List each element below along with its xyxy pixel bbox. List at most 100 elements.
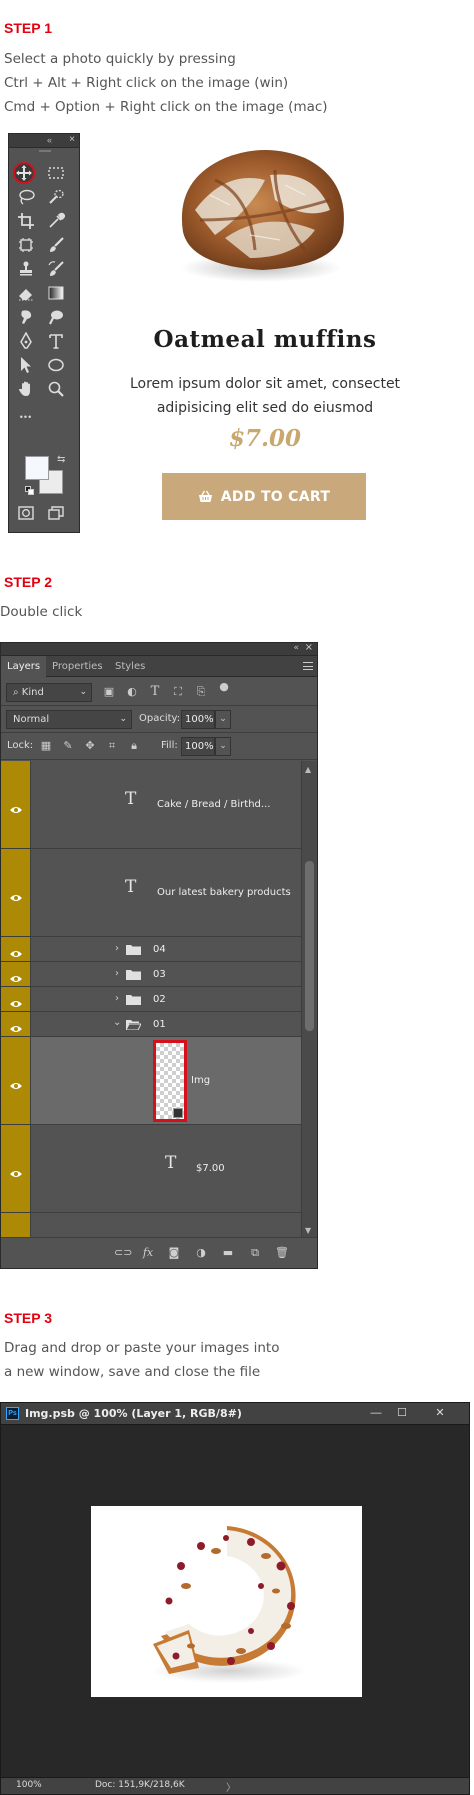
visibility-toggle[interactable] — [1, 1125, 31, 1212]
close-icon[interactable]: × — [305, 642, 313, 653]
panel-menu-icon[interactable] — [303, 662, 313, 670]
bread-image — [155, 140, 365, 290]
layers-scrollbar[interactable]: ▲ ▼ — [301, 761, 317, 1237]
visibility-toggle[interactable] — [1, 1037, 31, 1124]
foreground-color-swatch[interactable] — [25, 456, 49, 480]
pixel-filter-icon[interactable]: ▣ — [102, 685, 116, 699]
tab-styles[interactable]: Styles — [109, 656, 151, 677]
path-selection-tool-icon[interactable] — [15, 354, 37, 376]
chevron-down-icon[interactable]: ⌄ — [113, 1017, 121, 1028]
eraser-tool-icon[interactable] — [15, 282, 37, 304]
visibility-toggle[interactable] — [1, 1213, 31, 1237]
new-group-icon[interactable]: ▬ — [221, 1246, 235, 1260]
chevron-right-icon[interactable]: 〉 — [226, 1779, 236, 1794]
smudge-tool-icon[interactable] — [15, 306, 37, 328]
move-tool-icon[interactable] — [13, 162, 35, 184]
adjustment-layer-icon[interactable]: ◑ — [194, 1246, 208, 1260]
swap-colors-icon[interactable]: ⇆ — [57, 454, 65, 465]
collapse-icon[interactable]: « — [47, 135, 52, 145]
lock-transparent-icon[interactable]: ▦ — [39, 739, 53, 753]
smart-object-thumbnail[interactable] — [153, 1040, 187, 1122]
brush-tool-icon[interactable] — [45, 234, 67, 256]
type-tool-icon[interactable] — [45, 330, 67, 352]
history-brush-tool-icon[interactable] — [45, 258, 67, 280]
zoom-tool-icon[interactable] — [45, 378, 67, 400]
gradient-tool-icon[interactable] — [45, 282, 67, 304]
trash-icon[interactable]: 🗑︎ — [275, 1246, 289, 1260]
step3-title: STEP 3 — [4, 1310, 52, 1326]
crop-tool-icon[interactable] — [15, 210, 37, 232]
group-row[interactable]: › 03 — [1, 962, 301, 987]
quick-mask-icon[interactable] — [15, 502, 37, 524]
fx-icon[interactable]: fx — [141, 1246, 155, 1260]
lasso-tool-icon[interactable] — [15, 186, 37, 208]
close-button[interactable]: ✕ — [429, 1405, 451, 1421]
quick-selection-tool-icon[interactable] — [45, 186, 67, 208]
lock-position-icon[interactable]: ✥ — [83, 739, 97, 753]
frame-tool-icon[interactable] — [15, 234, 37, 256]
smart-object-filter-icon[interactable]: ⎘ — [194, 685, 208, 699]
maximize-button[interactable]: ☐ — [391, 1405, 413, 1421]
kind-filter-select[interactable]: ⌕ Kind ⌄ — [6, 683, 92, 702]
visibility-toggle[interactable] — [1, 761, 31, 848]
eye-icon — [10, 944, 22, 957]
marquee-tool-icon[interactable] — [45, 162, 67, 184]
layer-mask-icon[interactable]: ◙ — [167, 1246, 181, 1260]
window-titlebar[interactable]: Ps Img.psb @ 100% (Layer 1, RGB/8#) — ☐ … — [1, 1403, 469, 1425]
chevron-right-icon[interactable]: › — [115, 993, 119, 1004]
group-row[interactable]: › 02 — [1, 987, 301, 1012]
chevron-down-icon: ⌄ — [119, 714, 127, 724]
visibility-toggle[interactable] — [1, 962, 31, 986]
minimize-button[interactable]: — — [365, 1405, 387, 1421]
adjustment-filter-icon[interactable]: ◐ — [125, 685, 139, 699]
eyedropper-tool-icon[interactable] — [45, 210, 67, 232]
more-tools-icon[interactable]: ••• — [15, 406, 37, 428]
lock-artboard-icon[interactable]: ⌗ — [105, 739, 119, 753]
lock-image-icon[interactable]: ✎ — [61, 739, 75, 753]
collapse-icon[interactable]: « — [293, 643, 299, 653]
group-row[interactable]: › 04 — [1, 937, 301, 962]
description-line-2: adipisicing elit sed do eiusmod — [156, 400, 374, 416]
chevron-right-icon[interactable]: › — [115, 968, 119, 979]
type-filter-icon[interactable]: T — [148, 685, 162, 699]
scroll-thumb[interactable] — [305, 861, 314, 1031]
fill-dropdown-icon[interactable]: ⌄ — [215, 737, 231, 756]
link-layers-icon[interactable]: ⊂⊃ — [114, 1246, 132, 1260]
zoom-level[interactable]: 100% — [16, 1780, 42, 1790]
document-canvas[interactable] — [91, 1506, 362, 1697]
fill-input[interactable]: 100% — [181, 737, 215, 756]
layer-row[interactable]: T Our latest bakery products — [1, 849, 301, 937]
tab-layers[interactable]: Layers — [1, 656, 47, 677]
layer-row[interactable]: T Cake / Bread / Birthd... — [1, 761, 301, 849]
visibility-toggle[interactable] — [1, 937, 31, 961]
opacity-dropdown-icon[interactable]: ⌄ — [215, 710, 231, 729]
add-to-cart-button[interactable]: ADD TO CART — [162, 473, 366, 520]
lock-all-icon[interactable]: 🔒︎ — [127, 739, 141, 753]
hand-tool-icon[interactable] — [15, 378, 37, 400]
visibility-toggle[interactable] — [1, 987, 31, 1011]
grip-icon[interactable] — [39, 150, 51, 152]
new-layer-icon[interactable]: ⧉ — [248, 1246, 262, 1260]
shape-filter-icon[interactable]: ⛶ — [171, 685, 185, 699]
chevron-right-icon[interactable]: › — [115, 943, 119, 954]
screen-mode-icon[interactable] — [45, 502, 67, 524]
scroll-down-icon[interactable]: ▼ — [305, 1226, 311, 1235]
visibility-toggle[interactable] — [1, 849, 31, 936]
text-layer-icon: T — [125, 789, 137, 809]
scroll-up-icon[interactable]: ▲ — [305, 765, 311, 774]
default-colors-icon[interactable] — [25, 486, 35, 496]
layer-row-partial[interactable] — [1, 1213, 301, 1237]
close-icon[interactable]: × — [69, 134, 75, 145]
smart-object-layer-row[interactable]: Img — [1, 1037, 301, 1125]
stamp-tool-icon[interactable] — [15, 258, 37, 280]
blend-mode-select[interactable]: Normal ⌄ — [6, 710, 132, 729]
tab-properties[interactable]: Properties — [46, 656, 109, 677]
pen-tool-icon[interactable] — [15, 330, 37, 352]
visibility-toggle[interactable] — [1, 1012, 31, 1036]
opacity-input[interactable]: 100% — [181, 710, 215, 729]
ellipse-tool-icon[interactable] — [45, 354, 67, 376]
group-row-expanded[interactable]: ⌄ 01 — [1, 1012, 301, 1037]
layer-row[interactable]: T $7.00 — [1, 1125, 301, 1213]
dodge-tool-icon[interactable] — [45, 306, 67, 328]
filter-toggle-icon[interactable]: ● — [217, 680, 231, 694]
